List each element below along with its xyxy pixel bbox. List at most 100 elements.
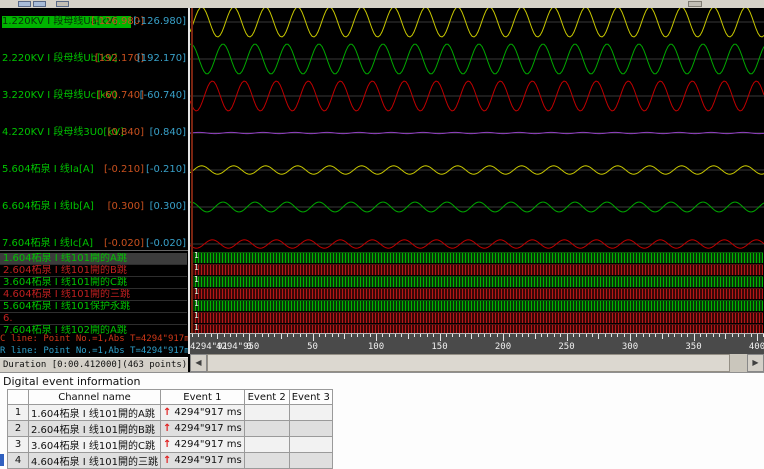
axis-tick xyxy=(205,334,206,337)
event3-time xyxy=(289,421,332,437)
digital-channel-row[interactable]: 2.604柘泉 I 线101開的B跳 xyxy=(0,265,187,277)
analog-waveform-plot[interactable] xyxy=(190,8,764,250)
analog-channel-row[interactable]: 7.604柘泉 I 线Ic[A][-0.020][-0.020] xyxy=(0,238,188,250)
axis-tick xyxy=(630,334,631,341)
event-table-row[interactable]: 11.604柘泉 I 线101開的A跳↑4294"917 ms xyxy=(8,405,333,421)
axis-tick xyxy=(274,334,275,337)
analog-channel-row[interactable]: 4.220KV I 段母线3U0[kV][0.840][0.840] xyxy=(0,127,188,139)
event2-time xyxy=(244,437,289,453)
axis-tick xyxy=(649,334,650,337)
axis-tick xyxy=(198,334,199,337)
event-table-row[interactable]: 22.604柘泉 I 线101開的B跳↑4294"917 ms xyxy=(8,421,333,437)
axis-tick xyxy=(255,334,256,337)
axis-tick xyxy=(370,334,371,337)
axis-tick xyxy=(687,334,688,337)
axis-tick xyxy=(592,334,593,337)
event2-time xyxy=(244,405,289,421)
digital-trace-bar xyxy=(192,264,763,275)
scroll-right-button[interactable]: ▶ xyxy=(747,354,764,372)
digital-channel-row[interactable]: 5.604柘泉 I 线101保护永跳 xyxy=(0,301,187,313)
axis-tick xyxy=(617,334,618,337)
rising-edge-arrow-icon: ↑ xyxy=(163,423,171,434)
digital-channel-row[interactable]: 1.604柘泉 I 线101開的A跳 xyxy=(0,253,187,265)
c-cursor-readout: C line: Point No.=1,Abs T=4294"917ms, Re… xyxy=(0,333,188,345)
axis-tick xyxy=(338,334,339,337)
analog-channel-row[interactable]: 5.604柘泉 I 线Ia[A][-0.210][-0.210] xyxy=(0,164,188,176)
rising-edge-arrow-icon: ↑ xyxy=(163,439,171,450)
axis-tick xyxy=(567,334,568,341)
axis-tick xyxy=(446,334,447,337)
axis-tick xyxy=(281,334,282,339)
digital-channel-list: 1.604柘泉 I 线101開的A跳2.604柘泉 I 线101開的B跳3.60… xyxy=(0,250,188,334)
axis-tick xyxy=(357,334,358,337)
c-cursor-value: [-60.740] xyxy=(98,90,144,102)
channel-list-panel: 1.220KV I 段母线Ua[kV][-126.980][-126.980] 2… xyxy=(0,8,188,372)
axis-tick xyxy=(668,334,669,337)
axis-tick-label: 200 xyxy=(495,342,511,352)
axis-tick-label: 150 xyxy=(431,342,447,352)
axis-tick xyxy=(725,334,726,339)
scrollbar-thumb[interactable] xyxy=(207,354,730,372)
digital-channel-row[interactable]: 6. xyxy=(0,313,187,325)
axis-tick xyxy=(389,334,390,337)
axis-tick xyxy=(243,334,244,337)
axis-tick xyxy=(344,334,345,339)
channel-label: 5.604柘泉 I 线Ia[A] xyxy=(2,164,94,176)
row-number: 2 xyxy=(8,421,29,437)
axis-tick xyxy=(713,334,714,337)
time-axis: 0501001502002503003504004294"914294"950 xyxy=(190,333,764,354)
axis-tick xyxy=(262,334,263,337)
row-number: 4 xyxy=(8,453,29,469)
event-channel-name: 1.604柘泉 I 线101開的A跳 xyxy=(29,405,161,421)
digital-state-value: 1 xyxy=(194,263,199,273)
axis-tick xyxy=(643,334,644,337)
axis-tick xyxy=(655,334,656,337)
digital-channel-row[interactable]: 4.604柘泉 I 线101開的三跳 xyxy=(0,289,187,301)
axis-tick xyxy=(497,334,498,337)
axis-tick xyxy=(300,334,301,337)
axis-tick xyxy=(471,334,472,339)
event3-time xyxy=(289,437,332,453)
axis-tick xyxy=(681,334,682,337)
horizontal-scrollbar[interactable]: ◀ ▶ xyxy=(190,354,764,372)
axis-tick xyxy=(217,334,218,339)
digital-trace-plot[interactable]: 1111111 xyxy=(190,250,764,333)
toolbar-button-1[interactable] xyxy=(18,1,31,7)
axis-tick xyxy=(293,334,294,337)
toolbar-button-2[interactable] xyxy=(33,1,46,7)
toolbar-button-3[interactable] xyxy=(56,1,69,7)
axis-tick xyxy=(249,334,250,341)
row-number: 1 xyxy=(8,405,29,421)
table-column-header: Event 1 xyxy=(161,390,245,405)
digital-state-value: 1 xyxy=(194,311,199,321)
digital-channel-row[interactable]: 3.604柘泉 I 线101開的C跳 xyxy=(0,277,187,289)
r-cursor-value: [192.170] xyxy=(137,53,186,65)
c-cursor-value: [0.300] xyxy=(108,201,144,213)
axis-tick xyxy=(611,334,612,337)
cursor-info-block: C line: Point No.=1,Abs T=4294"917ms, Re… xyxy=(0,333,188,357)
window-edge-mark xyxy=(0,454,4,466)
c-cursor-line[interactable] xyxy=(191,8,193,333)
toolbar-slider-handle[interactable] xyxy=(688,1,702,7)
event-table-row[interactable]: 44.604柘泉 I 线101開的三跳↑4294"917 ms xyxy=(8,453,333,469)
axis-tick xyxy=(490,334,491,337)
analog-channel-row[interactable]: 6.604柘泉 I 线Ib[A][0.300][0.300] xyxy=(0,201,188,213)
axis-tick xyxy=(624,334,625,337)
axis-tick xyxy=(408,334,409,339)
event1-time: ↑4294"917 ms xyxy=(161,453,245,469)
axis-tick-label: 50 xyxy=(307,342,318,352)
rising-edge-arrow-icon: ↑ xyxy=(163,407,171,418)
row-number: 3 xyxy=(8,437,29,453)
scroll-left-button[interactable]: ◀ xyxy=(190,354,207,372)
axis-tick xyxy=(306,334,307,337)
axis-tick xyxy=(516,334,517,337)
c-cursor-value: [0.840] xyxy=(108,127,144,139)
event-table-row[interactable]: 33.604柘泉 I 线101開的C跳↑4294"917 ms xyxy=(8,437,333,453)
analog-channel-row[interactable]: 2.220KV I 段母线Ub[kV][192.170][192.170] xyxy=(0,53,188,65)
digital-state-value: 1 xyxy=(194,323,199,333)
axis-tick xyxy=(732,334,733,337)
axis-tick xyxy=(440,334,441,341)
analog-channel-row[interactable]: 1.220KV I 段母线Ua[kV][-126.980][-126.980] xyxy=(0,16,188,28)
analog-channel-row[interactable]: 3.220KV I 段母线Uc[kV][-60.740][-60.740] xyxy=(0,90,188,102)
channel-label: 6.604柘泉 I 线Ib[A] xyxy=(2,201,94,213)
